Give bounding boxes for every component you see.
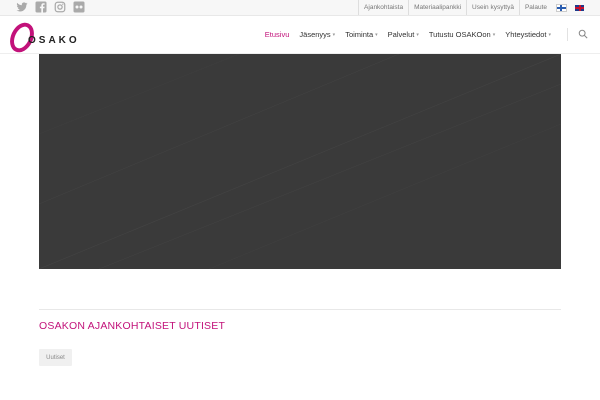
hero-slider[interactable]	[39, 54, 561, 269]
chevron-down-icon: ▾	[416, 31, 419, 38]
chevron-down-icon: ▾	[492, 31, 496, 38]
utility-links: Ajankohtaista Materiaalipankki Usein kys…	[358, 0, 588, 15]
nav-item-toiminta[interactable]: Toiminta ▾	[340, 16, 382, 53]
nav-item-label: Etusivu	[264, 30, 290, 39]
nav-item-label: Yhteystiedot	[505, 30, 547, 39]
nav-item-label: Tutustu OSAKOon	[428, 30, 491, 39]
toplink-materiaalipankki[interactable]: Materiaalipankki	[408, 0, 466, 15]
search-icon[interactable]	[578, 29, 588, 39]
news-tag-button[interactable]: Uutiset	[39, 349, 72, 366]
toplink-ajankohtaista[interactable]: Ajankohtaista	[358, 0, 408, 15]
nav-item-yhteystiedot[interactable]: Yhteystiedot ▾	[500, 16, 556, 53]
nav-item-etusivu[interactable]: Etusivu	[260, 16, 295, 53]
logo-text: OSAKO	[28, 35, 80, 46]
finnish-flag-icon[interactable]	[556, 3, 567, 12]
main-navigation: Etusivu Jäsenyys ▾ Toiminta ▾ Palvelut ▾…	[260, 16, 556, 53]
nav-item-palvelut[interactable]: Palvelut ▾	[383, 16, 424, 53]
news-section-title: OSAKON AJANKOHTAISET UUTISET	[39, 320, 226, 332]
english-flag-icon[interactable]	[575, 4, 584, 11]
nav-item-tutustu-osakoon[interactable]: Tutustu OSAKOon ▾	[424, 16, 500, 53]
nav-item-label: Jäsenyys	[299, 30, 331, 39]
chevron-down-icon: ▾	[548, 31, 551, 38]
top-utility-bar: Ajankohtaista Materiaalipankki Usein kys…	[0, 0, 600, 16]
social-links	[16, 1, 85, 13]
site-header: OSAKO Etusivu Jäsenyys ▾ Toiminta ▾ Palv…	[0, 16, 600, 57]
twitter-icon[interactable]	[16, 1, 28, 13]
nav-item-label: Toiminta	[345, 30, 374, 39]
chevron-down-icon: ▾	[375, 31, 378, 38]
section-divider	[39, 309, 561, 310]
facebook-icon[interactable]	[35, 1, 47, 13]
toplink-palaute[interactable]: Palaute	[518, 0, 552, 15]
flickr-icon[interactable]	[73, 1, 85, 13]
chevron-down-icon: ▾	[332, 31, 336, 38]
toplink-usein-kysyttya[interactable]: Usein kysyttyä	[466, 0, 519, 15]
nav-item-jasenyys[interactable]: Jäsenyys ▾	[294, 16, 340, 53]
instagram-icon[interactable]	[54, 1, 66, 13]
nav-item-label: Palvelut	[387, 30, 415, 39]
osako-logo[interactable]: OSAKO	[5, 18, 77, 57]
nav-divider	[567, 28, 568, 41]
